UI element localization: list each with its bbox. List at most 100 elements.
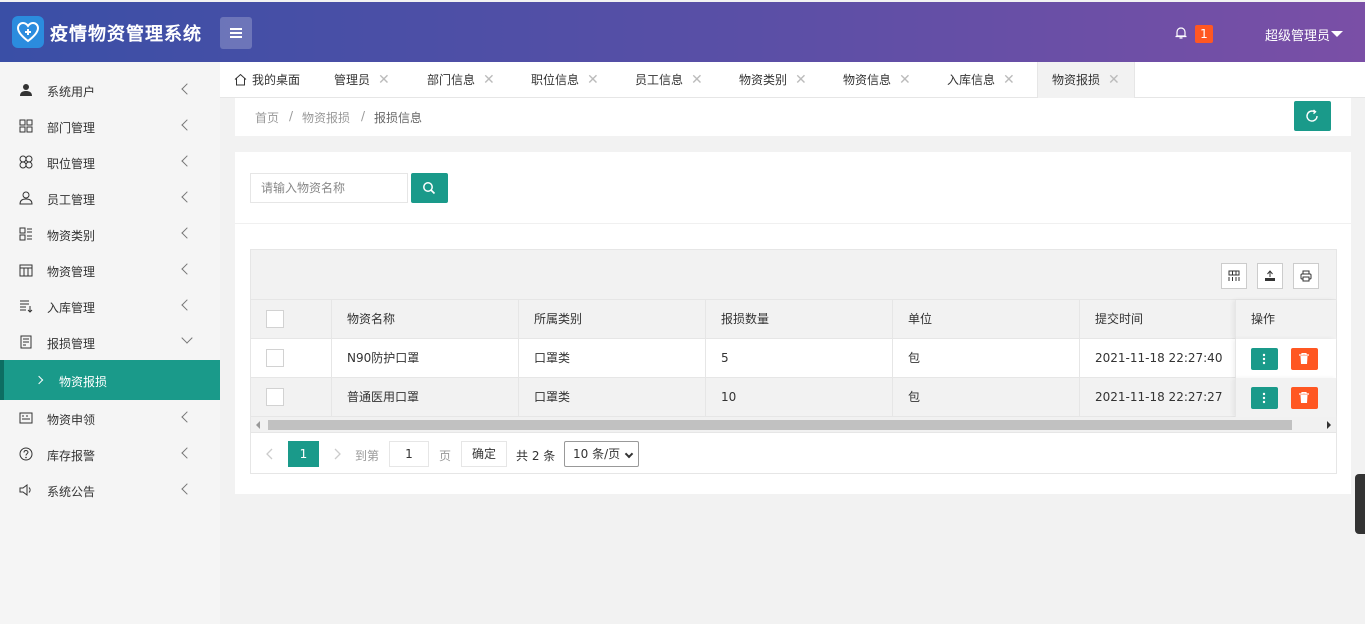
row-checkbox-cell xyxy=(251,378,332,416)
scrollbar-thumb[interactable] xyxy=(268,420,1292,430)
cell-category: 口罩类 xyxy=(519,378,706,416)
close-icon[interactable]: ✕ xyxy=(1003,72,1015,88)
scroll-right-icon[interactable] xyxy=(1326,421,1332,429)
prev-page-icon[interactable] xyxy=(266,448,274,460)
cell-unit: 包 xyxy=(893,378,1080,416)
close-icon[interactable]: ✕ xyxy=(795,72,807,88)
bell-icon[interactable] xyxy=(1174,26,1188,40)
column-header[interactable]: 提交时间 xyxy=(1080,300,1236,338)
page-size-select[interactable]: 10 条/页 xyxy=(564,441,639,467)
side-widget[interactable] xyxy=(1355,474,1365,534)
export-icon xyxy=(1265,270,1275,281)
sidebar-item-label: 物资管理 xyxy=(47,265,96,279)
columns-filter-button[interactable] xyxy=(1221,263,1247,289)
table-row[interactable]: 普通医用口罩 口罩类 10 包 2021-11-18 22:27:27 xyxy=(251,378,1336,417)
more-vertical-icon xyxy=(1262,392,1266,404)
tab-department[interactable]: 部门信息 ✕ xyxy=(427,62,495,98)
sidebar-item-label: 物资申领 xyxy=(47,413,96,427)
delete-button[interactable] xyxy=(1291,387,1318,409)
delete-button[interactable] xyxy=(1291,348,1318,370)
tab-label: 物资报损 xyxy=(1052,73,1101,87)
sidebar-item-label: 系统用户 xyxy=(47,85,96,99)
chevron-left-icon xyxy=(181,119,193,131)
sidebar-item-material-apply[interactable]: 物资申领 xyxy=(0,400,220,436)
tab-material-info[interactable]: 物资信息 ✕ xyxy=(843,62,911,98)
select-all-checkbox[interactable] xyxy=(266,310,284,328)
operation-header-cell: 操作 xyxy=(1235,300,1336,339)
table-toolbar xyxy=(251,250,1336,300)
more-button[interactable] xyxy=(1251,348,1278,370)
row-checkbox[interactable] xyxy=(266,388,284,406)
sidebar-item-employees[interactable]: 员工管理 xyxy=(0,180,220,216)
sidebar-item-stock-in[interactable]: 入库管理 xyxy=(0,288,220,324)
columns-icon xyxy=(1228,270,1240,281)
table-header: 物资名称 所属类别 报损数量 单位 提交时间 操作 xyxy=(251,300,1336,339)
column-header[interactable]: 报损数量 xyxy=(706,300,893,338)
tab-material-category[interactable]: 物资类别 ✕ xyxy=(739,62,807,98)
close-icon[interactable]: ✕ xyxy=(899,72,911,88)
table-row[interactable]: N90防护口罩 口罩类 5 包 2021-11-18 22:27:40 xyxy=(251,339,1336,378)
content-card: 物资名称 所属类别 报损数量 单位 提交时间 操作 N90防护口罩 口罩类 5 … xyxy=(235,152,1351,494)
export-button[interactable] xyxy=(1257,263,1283,289)
cell-name: N90防护口罩 xyxy=(332,339,519,377)
sidebar-item-system-users[interactable]: 系统用户 xyxy=(0,72,220,108)
sidebar: 系统用户 部门管理 职位管理 员工管理 物资类别 物资管理 入库管理 报损管理 xyxy=(0,62,220,624)
print-button[interactable] xyxy=(1293,263,1319,289)
sidebar-item-positions[interactable]: 职位管理 xyxy=(0,144,220,180)
sidebar-item-departments[interactable]: 部门管理 xyxy=(0,108,220,144)
column-header[interactable]: 所属类别 xyxy=(519,300,706,338)
sidebar-item-material-manage[interactable]: 物资管理 xyxy=(0,252,220,288)
row-checkbox[interactable] xyxy=(266,349,284,367)
tab-position[interactable]: 职位信息 ✕ xyxy=(531,62,599,98)
refresh-icon xyxy=(1306,109,1318,122)
sidebar-item-announcement[interactable]: 系统公告 xyxy=(0,472,220,508)
more-vertical-icon xyxy=(1262,353,1266,365)
goto-confirm-button[interactable]: 确定 xyxy=(461,441,507,467)
tab-stock-in[interactable]: 入库信息 ✕ xyxy=(947,62,1015,98)
notification-badge: 1 xyxy=(1195,25,1213,43)
close-icon[interactable]: ✕ xyxy=(1108,72,1120,88)
page-number-current[interactable]: 1 xyxy=(288,441,319,467)
goto-page-input[interactable]: 1 xyxy=(389,441,429,467)
sidebar-item-label: 物资类别 xyxy=(47,229,96,243)
sidebar-item-damage-report[interactable]: 报损管理 xyxy=(0,324,220,360)
search-button[interactable] xyxy=(411,173,448,203)
sidebar-item-material-category[interactable]: 物资类别 xyxy=(0,216,220,252)
operation-cell xyxy=(1235,339,1336,378)
app-logo xyxy=(12,16,44,48)
close-icon[interactable]: ✕ xyxy=(691,72,703,88)
document-icon xyxy=(20,335,32,349)
tab-admin[interactable]: 管理员 ✕ xyxy=(334,62,390,98)
tab-home[interactable]: 我的桌面 xyxy=(234,62,300,98)
tab-employee[interactable]: 员工信息 ✕ xyxy=(635,62,703,98)
close-icon[interactable]: ✕ xyxy=(483,72,495,88)
user-menu[interactable]: 超级管理员 xyxy=(1265,25,1330,44)
total-count: 共 2 条 xyxy=(516,449,556,463)
caret-down-icon[interactable] xyxy=(1331,31,1343,37)
column-header[interactable]: 单位 xyxy=(893,300,1080,338)
search-input[interactable] xyxy=(250,173,408,203)
tab-damage[interactable]: 物资报损 ✕ xyxy=(1037,62,1135,98)
more-button[interactable] xyxy=(1251,387,1278,409)
page-size-value: 10 条/页 xyxy=(573,447,621,461)
top-header: 疫情物资管理系统 1 超级管理员 xyxy=(0,2,1365,62)
column-header[interactable]: 物资名称 xyxy=(332,300,519,338)
horizontal-scrollbar[interactable] xyxy=(251,417,1336,433)
tab-label: 入库信息 xyxy=(947,73,996,87)
data-table: 物资名称 所属类别 报损数量 单位 提交时间 操作 N90防护口罩 口罩类 5 … xyxy=(250,249,1337,474)
menu-toggle-button[interactable] xyxy=(220,17,252,49)
breadcrumb-separator: / xyxy=(361,109,366,123)
refresh-button[interactable] xyxy=(1294,101,1331,131)
close-icon[interactable]: ✕ xyxy=(378,72,390,88)
close-icon[interactable]: ✕ xyxy=(587,72,599,88)
question-circle-icon xyxy=(19,447,33,461)
chevron-left-icon xyxy=(181,227,193,239)
sidebar-subitem-damage[interactable]: 物资报损 xyxy=(0,360,220,400)
breadcrumb-damage[interactable]: 物资报损 xyxy=(302,109,350,126)
sidebar-item-stock-alarm[interactable]: 库存报警 xyxy=(0,436,220,472)
breadcrumb-home[interactable]: 首页 xyxy=(255,109,279,126)
trash-icon xyxy=(1299,353,1309,364)
next-page-icon[interactable] xyxy=(333,448,341,460)
sidebar-item-label: 库存报警 xyxy=(47,449,96,463)
scroll-left-icon[interactable] xyxy=(255,421,261,429)
